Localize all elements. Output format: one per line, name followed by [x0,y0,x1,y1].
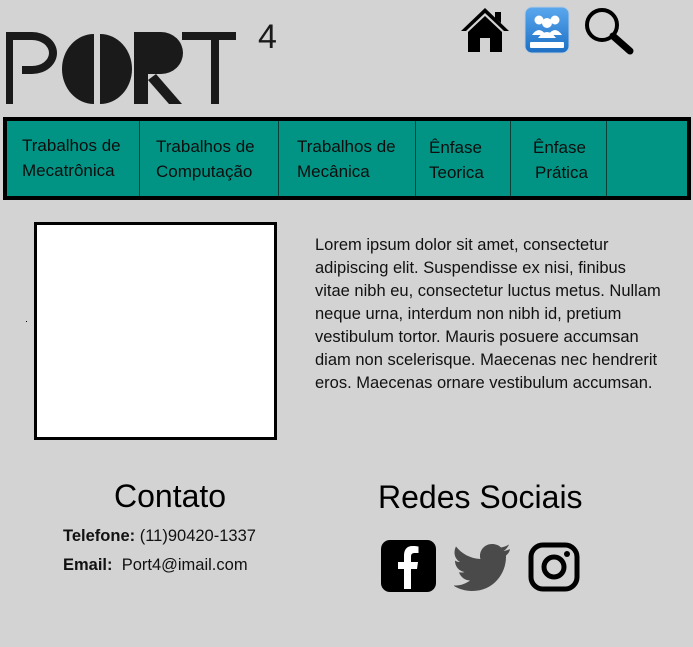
nav-label-line2: Computação [156,162,253,181]
main-text: Lorem ipsum dolor sit amet, consectetur … [315,236,661,392]
stray-dot [26,321,27,322]
phone-label: Telefone: [63,527,136,545]
nav-label-line2: Prática [535,163,588,182]
instagram-icon[interactable] [528,542,580,597]
nav-item-mecatronica[interactable]: Trabalhos de Mecatrônica [7,121,140,196]
nav-label-line1: Ênfase [429,138,482,157]
logo-mark: 4 [6,18,277,104]
facebook-icon[interactable] [380,539,437,598]
search-icon[interactable] [582,6,636,56]
home-icon[interactable] [459,5,511,55]
nav-label-line1: Trabalhos de [297,137,396,156]
nav-label-line1: Trabalhos de [156,137,255,156]
nav-item-enfase-teorica[interactable]: Ênfase Teorica [416,121,511,196]
image-placeholder [34,222,277,440]
nav-label-line1: Trabalhos de [22,136,121,155]
social-title: Redes Sociais [378,479,583,515]
phone-value: (11)90420-1337 [139,527,256,545]
email-value[interactable]: Port4@imail.com [122,556,248,574]
email-label: Email: [63,556,113,574]
community-icon[interactable] [524,6,570,54]
nav-label-line1: Ênfase [533,138,586,157]
logo-superscript: 4 [258,18,277,56]
email-line: Email: Port4@imail.com [63,556,248,575]
nav-item-enfase-pratica[interactable]: Ênfase Prática [511,121,607,196]
nav-label-line2: Teorica [429,163,484,182]
nav-item-mecanica[interactable]: Trabalhos de Mecânica [279,121,416,196]
twitter-icon[interactable] [453,543,512,598]
contact-title: Contato [114,478,227,514]
nav-label-line2: Mecatrônica [22,161,115,180]
nav-label-line2: Mecânica [297,162,370,181]
phone-line: Telefone: (11)90420-1337 [63,527,256,546]
nav-item-computacao[interactable]: Trabalhos de Computação [140,121,279,196]
port4-logo[interactable]: 4 [6,8,286,108]
main-nav: Trabalhos de Mecatrônica Trabalhos de Co… [3,117,691,200]
